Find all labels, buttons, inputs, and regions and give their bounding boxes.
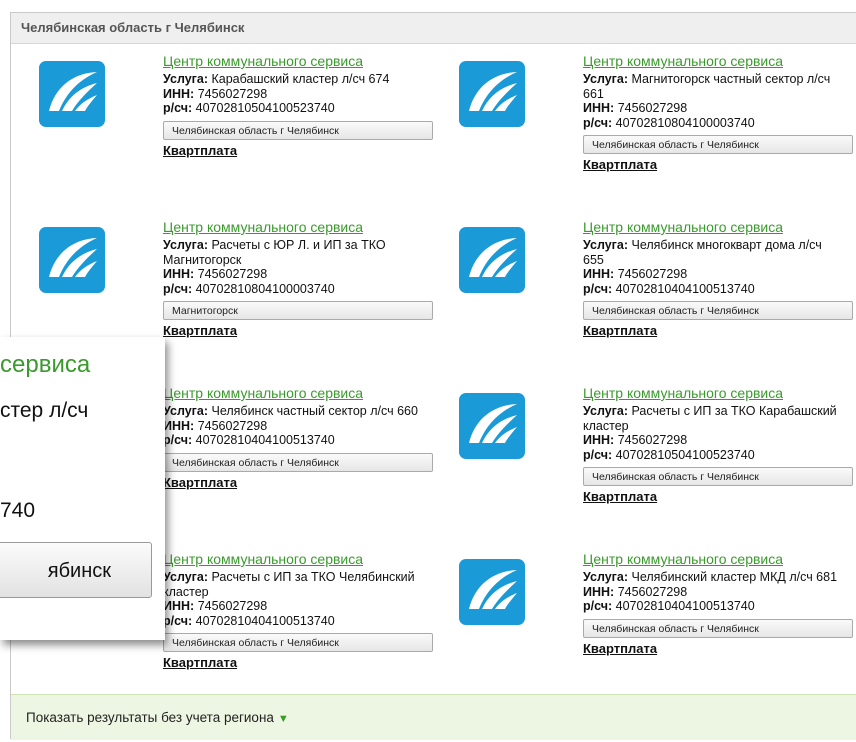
account-value: 40702810804100003740 — [195, 281, 335, 296]
provider-logo-icon — [459, 227, 525, 293]
provider-link[interactable]: Центр коммунального сервиса — [163, 53, 363, 69]
provider-link[interactable]: Центр коммунального сервиса — [583, 551, 783, 567]
inn-label: ИНН: — [163, 267, 195, 281]
region-button[interactable]: Челябинская область г Челябинск — [163, 120, 433, 140]
service-label: Услуга: — [583, 238, 628, 252]
provider-info: Услуга: Расчеты с ИП за ТКО Челябинский … — [163, 570, 433, 671]
zoom-service-fragment: стер л/сч — [0, 399, 89, 422]
provider-info: Услуга: Расчеты с ИП за ТКО Карабашский … — [583, 404, 853, 505]
inn-value: 7456027298 — [617, 584, 688, 599]
provider-logo-icon — [459, 559, 525, 625]
inn-value: 7456027298 — [197, 86, 268, 101]
category-link[interactable]: Квартплата — [583, 323, 657, 339]
account-label: р/сч: — [163, 281, 193, 296]
account-value: 40702810404100513740 — [195, 613, 335, 628]
provider-info: Услуга: Магнитогорск частный сектор л/сч… — [583, 72, 853, 173]
service-value: Челябинск частный сектор л/сч 660 — [211, 404, 418, 418]
provider-logo-icon — [39, 61, 105, 127]
provider-info: Услуга: Челябинский кластер МКД л/сч 681… — [583, 570, 853, 657]
provider-logo-icon — [459, 61, 525, 127]
category-link[interactable]: Квартплата — [163, 143, 237, 159]
account-value: 40702810404100513740 — [195, 433, 335, 447]
show-without-region-toggle[interactable]: Показать результаты без учета региона ▼ — [11, 694, 856, 740]
inn-value: 7456027298 — [617, 101, 688, 115]
account-label: р/сч: — [583, 447, 613, 462]
inn-label: ИНН: — [583, 101, 615, 115]
account-value: 40702810404100513740 — [615, 281, 755, 296]
inn-label: ИНН: — [583, 267, 615, 281]
service-label: Услуга: — [163, 72, 208, 86]
region-button[interactable]: Челябинская область г Челябинск — [583, 467, 853, 486]
account-label: р/сч: — [163, 101, 193, 115]
account-value: 40702810504100523740 — [195, 101, 335, 115]
inn-value: 7456027298 — [197, 599, 268, 613]
service-label: Услуга: — [583, 570, 628, 584]
category-link[interactable]: Квартплата — [163, 655, 237, 671]
inn-value: 7456027298 — [617, 433, 688, 447]
provider-link[interactable]: Центр коммунального сервиса — [583, 53, 783, 69]
region-header: Челябинская область г Челябинск — [11, 13, 856, 44]
account-label: р/сч: — [163, 613, 193, 628]
provider-logo-icon — [39, 227, 105, 293]
provider-card: Центр коммунального сервиса Услуга: Челя… — [431, 551, 853, 711]
provider-link[interactable]: Центр коммунального сервиса — [163, 219, 363, 235]
service-label: Услуга: — [163, 238, 208, 252]
service-label: Услуга: — [163, 404, 208, 418]
region-button[interactable]: Челябинская область г Челябинск — [163, 633, 433, 652]
provider-info: Услуга: Челябинск многокварт дома л/сч 6… — [583, 238, 853, 339]
account-value: 40702810404100513740 — [615, 599, 755, 613]
account-label: р/сч: — [583, 599, 613, 613]
provider-card: Центр коммунального сервиса Услуга: Расч… — [431, 385, 853, 545]
zoom-title-fragment: сервиса — [0, 351, 91, 378]
region-button[interactable]: Челябинская область г Челябинск — [583, 301, 853, 320]
inn-label: ИНН: — [583, 433, 615, 447]
inn-label: ИНН: — [583, 584, 615, 599]
inn-value: 7456027298 — [617, 267, 688, 281]
provider-info: Услуга: Расчеты с ЮР Л. и ИП за ТКО Магн… — [163, 238, 433, 339]
caret-down-icon: ▼ — [277, 713, 289, 725]
region-button[interactable]: Магнитогорск — [163, 301, 433, 320]
category-link[interactable]: Квартплата — [583, 641, 657, 657]
account-value: 40702810504100523740 — [615, 447, 755, 462]
provider-logo-icon — [459, 393, 525, 459]
service-label: Услуга: — [163, 570, 208, 584]
provider-card: Центр коммунального сервиса Услуга: Магн… — [431, 53, 853, 213]
inn-value: 7456027298 — [197, 267, 268, 281]
provider-link[interactable]: Центр коммунального сервиса — [163, 551, 363, 567]
account-label: р/сч: — [583, 115, 613, 130]
region-button[interactable]: Челябинская область г Челябинск — [583, 135, 853, 154]
zoom-inset: сервиса стер л/сч 740 ябинск — [0, 337, 165, 640]
provider-link[interactable]: Центр коммунального сервиса — [163, 385, 363, 401]
provider-info: Услуга: Карабашский кластер л/сч 674 ИНН… — [163, 72, 433, 159]
zoom-account-fragment: 740 — [0, 499, 36, 522]
account-value: 40702810804100003740 — [615, 115, 755, 130]
service-label: Услуга: — [583, 72, 628, 86]
service-value: Челябинский кластер МКД л/сч 681 — [631, 570, 838, 584]
provider-link[interactable]: Центр коммунального сервиса — [583, 219, 783, 235]
category-link[interactable]: Квартплата — [163, 323, 237, 339]
category-link[interactable]: Квартплата — [163, 475, 237, 491]
account-label: р/сч: — [583, 281, 613, 296]
inn-value: 7456027298 — [197, 418, 268, 433]
provider-link[interactable]: Центр коммунального сервиса — [583, 385, 783, 401]
account-label: р/сч: — [163, 433, 193, 447]
provider-card: Центр коммунального сервиса Услуга: Челя… — [431, 219, 853, 379]
provider-info: Услуга: Челябинск частный сектор л/сч 66… — [163, 404, 433, 491]
inn-label: ИНН: — [163, 599, 195, 613]
inn-label: ИНН: — [163, 86, 195, 101]
region-button[interactable]: Челябинская область г Челябинск — [583, 618, 853, 638]
category-link[interactable]: Квартплата — [583, 489, 657, 505]
inn-label: ИНН: — [163, 418, 195, 433]
show-without-region-label: Показать результаты без учета региона — [26, 710, 274, 725]
service-label: Услуга: — [583, 404, 628, 418]
region-button[interactable]: Челябинская область г Челябинск — [163, 452, 433, 472]
zoom-region-button-fragment: ябинск — [0, 542, 152, 598]
provider-card: Центр коммунального сервиса Услуга: Кара… — [11, 53, 433, 213]
service-value: Карабашский кластер л/сч 674 — [211, 72, 390, 86]
category-link[interactable]: Квартплата — [583, 157, 657, 173]
